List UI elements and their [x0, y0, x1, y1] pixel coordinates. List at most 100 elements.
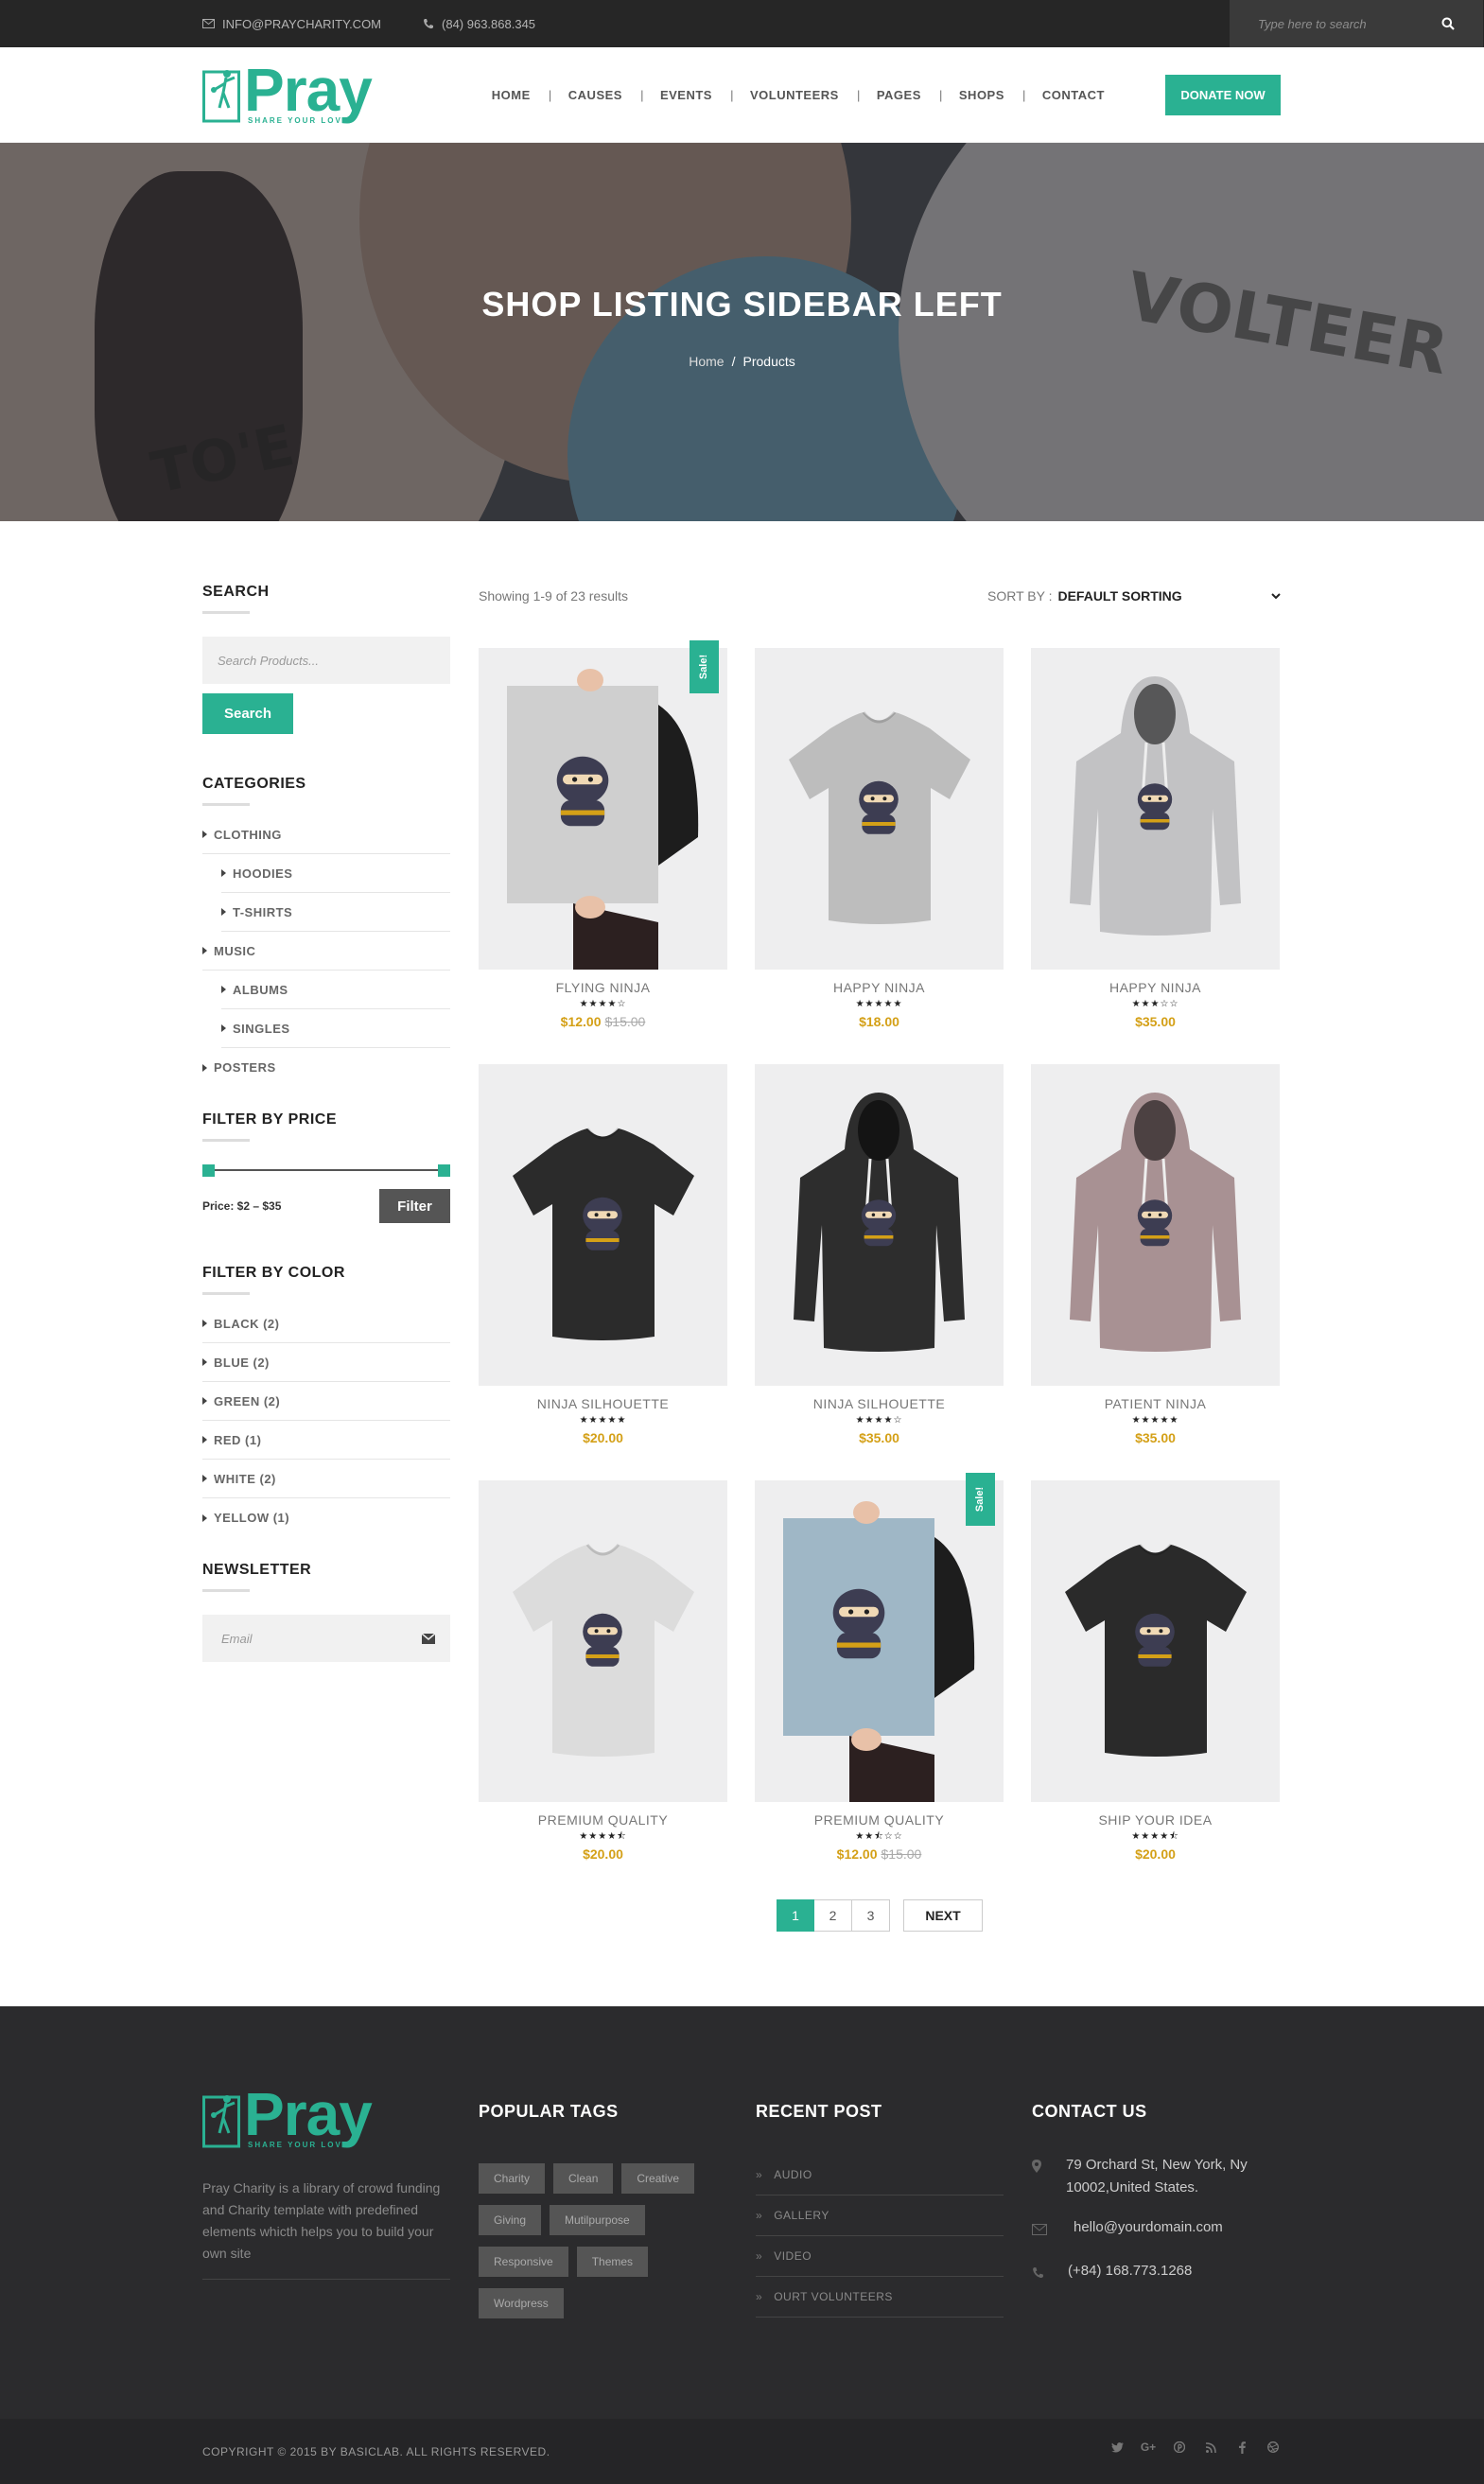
send-envelope-icon[interactable] [422, 1633, 435, 1644]
current-price: $35.00 [1135, 1014, 1176, 1029]
product-name[interactable]: PREMIUM QUALITY [755, 1812, 1004, 1828]
nav-contact[interactable]: CONTACT [1023, 88, 1124, 102]
nav-shops[interactable]: SHOPS [940, 88, 1026, 102]
rss-icon[interactable] [1203, 2440, 1218, 2455]
product-image[interactable] [1031, 648, 1280, 970]
envelope-icon [1032, 2216, 1066, 2243]
category-item[interactable]: SINGLES [221, 1009, 450, 1048]
product-image[interactable] [1031, 1480, 1280, 1802]
page-2-button[interactable]: 2 [814, 1899, 852, 1932]
old-price: $15.00 [881, 1846, 922, 1862]
price-slider[interactable] [202, 1161, 450, 1180]
color-filter-item[interactable]: GREEN (2) [202, 1382, 450, 1421]
color-filter-item[interactable]: BLUE (2) [202, 1343, 450, 1382]
price-slider-max-handle[interactable] [438, 1164, 450, 1177]
contact-email[interactable]: hello@yourdomain.com [1032, 2216, 1283, 2243]
tag-creative[interactable]: Creative [621, 2163, 695, 2194]
pinterest-icon[interactable] [1172, 2440, 1187, 2455]
category-item[interactable]: MUSIC [202, 932, 450, 971]
product-image[interactable] [755, 1064, 1004, 1386]
tag-clean[interactable]: Clean [553, 2163, 614, 2194]
recent-post-item[interactable]: » GALLERY [756, 2195, 1004, 2236]
search-icon[interactable] [1441, 17, 1455, 30]
caret-right-icon [202, 1320, 207, 1327]
contact-phone[interactable]: (+84) 168.773.1268 [1032, 2260, 1283, 2286]
nav-events[interactable]: EVENTS [641, 88, 734, 102]
price-range-label: Price: $2 – $35 [202, 1199, 282, 1213]
product-image[interactable] [479, 648, 727, 970]
color-filter-item[interactable]: WHITE (2) [202, 1460, 450, 1498]
contact-email-text: hello@yourdomain.com [1074, 2219, 1223, 2235]
color-filter-item[interactable]: YELLOW (1) [202, 1498, 450, 1537]
footer-logo[interactable]: Pray SHARE YOUR LOVE [202, 2080, 450, 2149]
logo-word: Pray [244, 55, 373, 124]
tag-themes[interactable]: Themes [576, 2247, 649, 2277]
tag-wordpress[interactable]: Wordpress [479, 2288, 564, 2318]
nav-causes[interactable]: CAUSES [550, 88, 644, 102]
current-price: $12.00 [836, 1846, 878, 1862]
product-name[interactable]: HAPPY NINJA [1031, 980, 1280, 995]
search-button[interactable]: Search [202, 693, 293, 734]
filter-button[interactable]: Filter [379, 1189, 450, 1223]
logo-tagline: SHARE YOUR LOVE [248, 115, 350, 125]
color-filter-item[interactable]: RED (1) [202, 1421, 450, 1460]
tag-mutilpurpose[interactable]: Mutilpurpose [550, 2205, 645, 2235]
recent-post-item[interactable]: » VIDEO [756, 2236, 1004, 2277]
nav-home[interactable]: HOME [473, 88, 552, 102]
google-plus-icon[interactable]: G+ [1141, 2440, 1156, 2455]
category-item[interactable]: ALBUMS [221, 971, 450, 1009]
next-page-button[interactable]: NEXT [903, 1899, 983, 1932]
footer-logo-word: Pray [244, 2080, 373, 2148]
twitter-icon[interactable] [1109, 2440, 1125, 2455]
facebook-icon[interactable] [1234, 2440, 1249, 2455]
topbar-email[interactable]: INFO@PRAYCHARITY.COM [202, 17, 381, 31]
tag-charity[interactable]: Charity [479, 2163, 546, 2194]
product-price: $35.00 [755, 1430, 1004, 1445]
product-name[interactable]: HAPPY NINJA [755, 980, 1004, 995]
product-image[interactable] [1031, 1064, 1280, 1386]
nav-pages[interactable]: PAGES [858, 88, 943, 102]
tag-giving[interactable]: Giving [479, 2205, 542, 2235]
topbar-phone[interactable]: (84) 963.868.345 [423, 17, 535, 31]
sort-dropdown[interactable]: SORT BY : DEFAULT SORTING [987, 588, 1281, 604]
sidebar: SEARCH Search CATEGORIES CLOTHING HOODIES… [202, 584, 450, 1662]
product-card: Sale! FLYING NINJA ★★★★☆ $12.00 $15.00 [479, 640, 727, 1064]
color-filter-item[interactable]: BLACK (2) [202, 1304, 450, 1343]
tag-responsive[interactable]: Responsive [479, 2247, 568, 2277]
recent-post-label: VIDEO [774, 2249, 812, 2263]
category-item[interactable]: CLOTHING [202, 815, 450, 854]
product-name[interactable]: SHIP YOUR IDEA [1031, 1812, 1280, 1828]
rating-stars: ★★★★☆ [855, 1415, 903, 1426]
page-1-button[interactable]: 1 [777, 1899, 814, 1932]
category-item[interactable]: T-SHIRTS [221, 893, 450, 932]
product-image[interactable] [755, 1480, 1004, 1802]
color-widget-title: FILTER BY COLOR [202, 1265, 450, 1295]
topbar-search-input[interactable] [1258, 16, 1441, 31]
dribbble-icon[interactable] [1266, 2440, 1281, 2455]
main-area: SEARCH Search CATEGORIES CLOTHING HOODIES… [0, 521, 1484, 2006]
copyright: COPYRIGHT © 2015 BY BASICLAB. ALL RIGHTS… [202, 2445, 550, 2458]
product-image[interactable] [479, 1064, 727, 1386]
page-3-button[interactable]: 3 [852, 1899, 890, 1932]
product-name[interactable]: NINJA SILHOUETTE [479, 1396, 727, 1411]
product-name[interactable]: PREMIUM QUALITY [479, 1812, 727, 1828]
product-image[interactable] [755, 648, 1004, 970]
footer: Pray SHARE YOUR LOVE Pray Charity is a l… [0, 2006, 1484, 2420]
site-logo[interactable]: Pray SHARE YOUR LOVE [202, 55, 373, 125]
product-name[interactable]: PATIENT NINJA [1031, 1396, 1280, 1411]
category-item[interactable]: POSTERS [202, 1048, 450, 1087]
newsletter-email-input[interactable] [221, 1631, 422, 1646]
nav-volunteers[interactable]: VOLUNTEERS [731, 88, 861, 102]
recent-post-item[interactable]: » OURT VOLUNTEERS [756, 2277, 1004, 2318]
product-name[interactable]: NINJA SILHOUETTE [755, 1396, 1004, 1411]
product-search-input[interactable] [218, 653, 435, 668]
product-name[interactable]: FLYING NINJA [479, 980, 727, 995]
recent-post-item[interactable]: » AUDIO [756, 2155, 1004, 2195]
product-card: SHIP YOUR IDEA ★★★★⯪ $20.00 [1031, 1480, 1280, 1897]
price-slider-min-handle[interactable] [202, 1164, 215, 1177]
product-image[interactable] [479, 1480, 727, 1802]
category-item[interactable]: HOODIES [221, 854, 450, 893]
donate-now-button[interactable]: DONATE NOW [1165, 74, 1281, 115]
breadcrumb-home[interactable]: Home [689, 354, 724, 369]
caret-right-icon [221, 908, 226, 916]
